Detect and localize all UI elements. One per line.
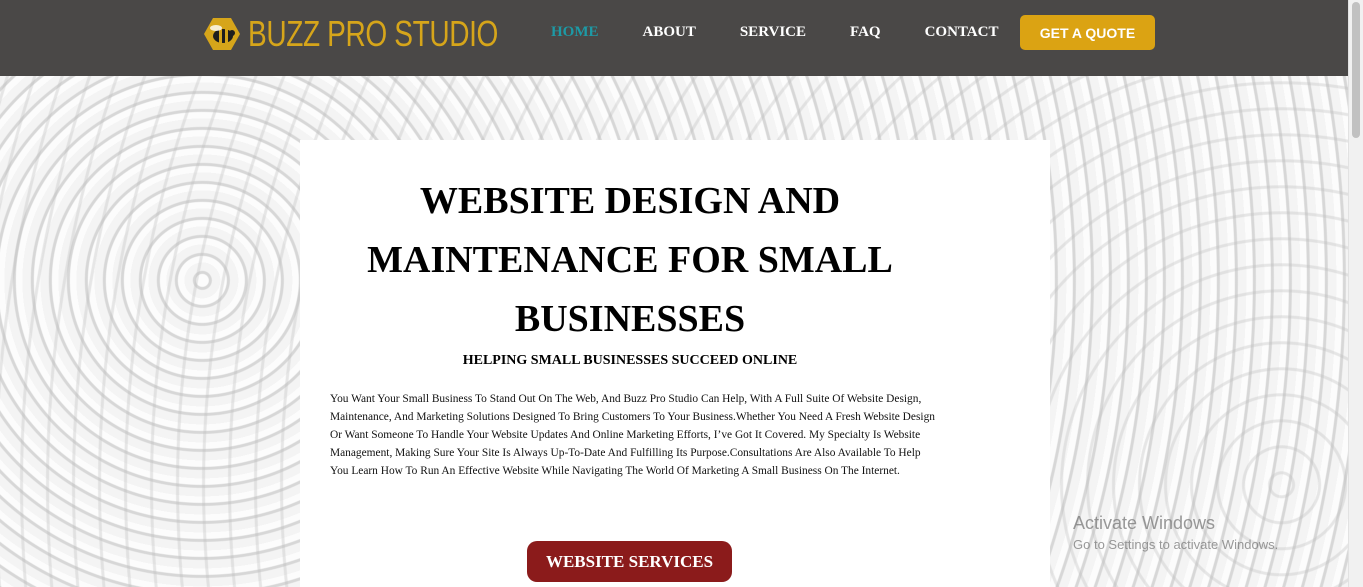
scrollbar-thumb[interactable] <box>1352 2 1360 138</box>
watermark-subtitle: Go to Settings to activate Windows. <box>1073 537 1279 552</box>
brand-name: BUZZ PRO STUDIO <box>248 13 499 54</box>
nav-faq[interactable]: FAQ <box>850 24 881 41</box>
vertical-scrollbar[interactable] <box>1348 0 1363 587</box>
brand-logo[interactable]: BUZZ PRO STUDIO <box>203 13 569 54</box>
website-services-button[interactable]: WEBSITE SERVICES <box>527 541 732 582</box>
hero-card: WEBSITE DESIGN AND MAINTENANCE FOR SMALL… <box>300 140 1050 587</box>
windows-activation-watermark: Activate Windows Go to Settings to activ… <box>1073 513 1278 552</box>
watermark-title: Activate Windows <box>1073 513 1216 533</box>
bee-icon <box>204 18 240 50</box>
hero-subtitle: HELPING SMALL BUSINESSES SUCCEED ONLINE <box>462 353 798 368</box>
nav-about[interactable]: ABOUT <box>643 24 696 41</box>
site-header: BUZZ PRO STUDIO HOME ABOUT SERVICE FAQ C… <box>0 0 1349 76</box>
get-a-quote-button[interactable]: GET A QUOTE <box>1020 15 1155 50</box>
nav-contact[interactable]: CONTACT <box>925 24 999 41</box>
nav-home[interactable]: HOME <box>551 24 599 41</box>
page-title: WEBSITE DESIGN AND MAINTENANCE FOR SMALL… <box>367 180 893 340</box>
nav-service[interactable]: SERVICE <box>740 24 806 41</box>
hero-description: You Want Your Small Business To Stand Ou… <box>330 393 935 477</box>
main-nav: HOME ABOUT SERVICE FAQ CONTACT <box>551 24 1042 41</box>
